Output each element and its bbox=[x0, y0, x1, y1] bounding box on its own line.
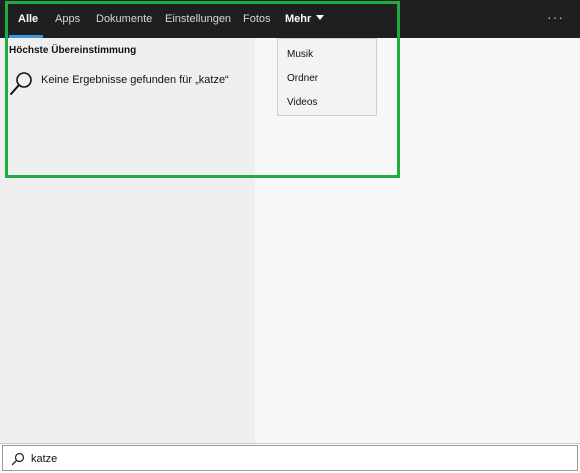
chevron-down-icon bbox=[316, 15, 325, 20]
magnifier-icon bbox=[10, 72, 32, 95]
more-dropdown-menu: Musik Ordner Videos bbox=[277, 38, 377, 116]
menu-item-musik[interactable]: Musik bbox=[287, 49, 313, 60]
overflow-menu-button[interactable]: ··· bbox=[547, 0, 564, 38]
tab-alle[interactable]: Alle bbox=[18, 0, 38, 38]
best-match-heading: Höchste Übereinstimmung bbox=[9, 45, 137, 56]
menu-item-videos[interactable]: Videos bbox=[287, 97, 317, 108]
tab-fotos[interactable]: Fotos bbox=[243, 0, 271, 38]
tab-dokumente[interactable]: Dokumente bbox=[96, 0, 152, 38]
filter-tab-bar: Alle Apps Dokumente Einstellungen Fotos … bbox=[0, 0, 580, 38]
search-bar bbox=[0, 443, 580, 473]
tab-mehr-label: Mehr bbox=[285, 13, 312, 25]
menu-item-ordner[interactable]: Ordner bbox=[287, 73, 318, 84]
tab-einstellungen[interactable]: Einstellungen bbox=[165, 0, 231, 38]
search-window: Alle Apps Dokumente Einstellungen Fotos … bbox=[0, 0, 580, 473]
search-input[interactable] bbox=[31, 450, 431, 468]
search-box-frame bbox=[2, 445, 578, 471]
tab-apps[interactable]: Apps bbox=[55, 0, 80, 38]
no-results-message: Keine Ergebnisse gefunden für „katze“ bbox=[41, 74, 229, 86]
search-icon bbox=[11, 452, 25, 466]
no-results-row: Keine Ergebnisse gefunden für „katze“ bbox=[8, 70, 248, 96]
results-pane bbox=[0, 38, 255, 443]
tab-mehr[interactable]: Mehr bbox=[285, 0, 325, 38]
